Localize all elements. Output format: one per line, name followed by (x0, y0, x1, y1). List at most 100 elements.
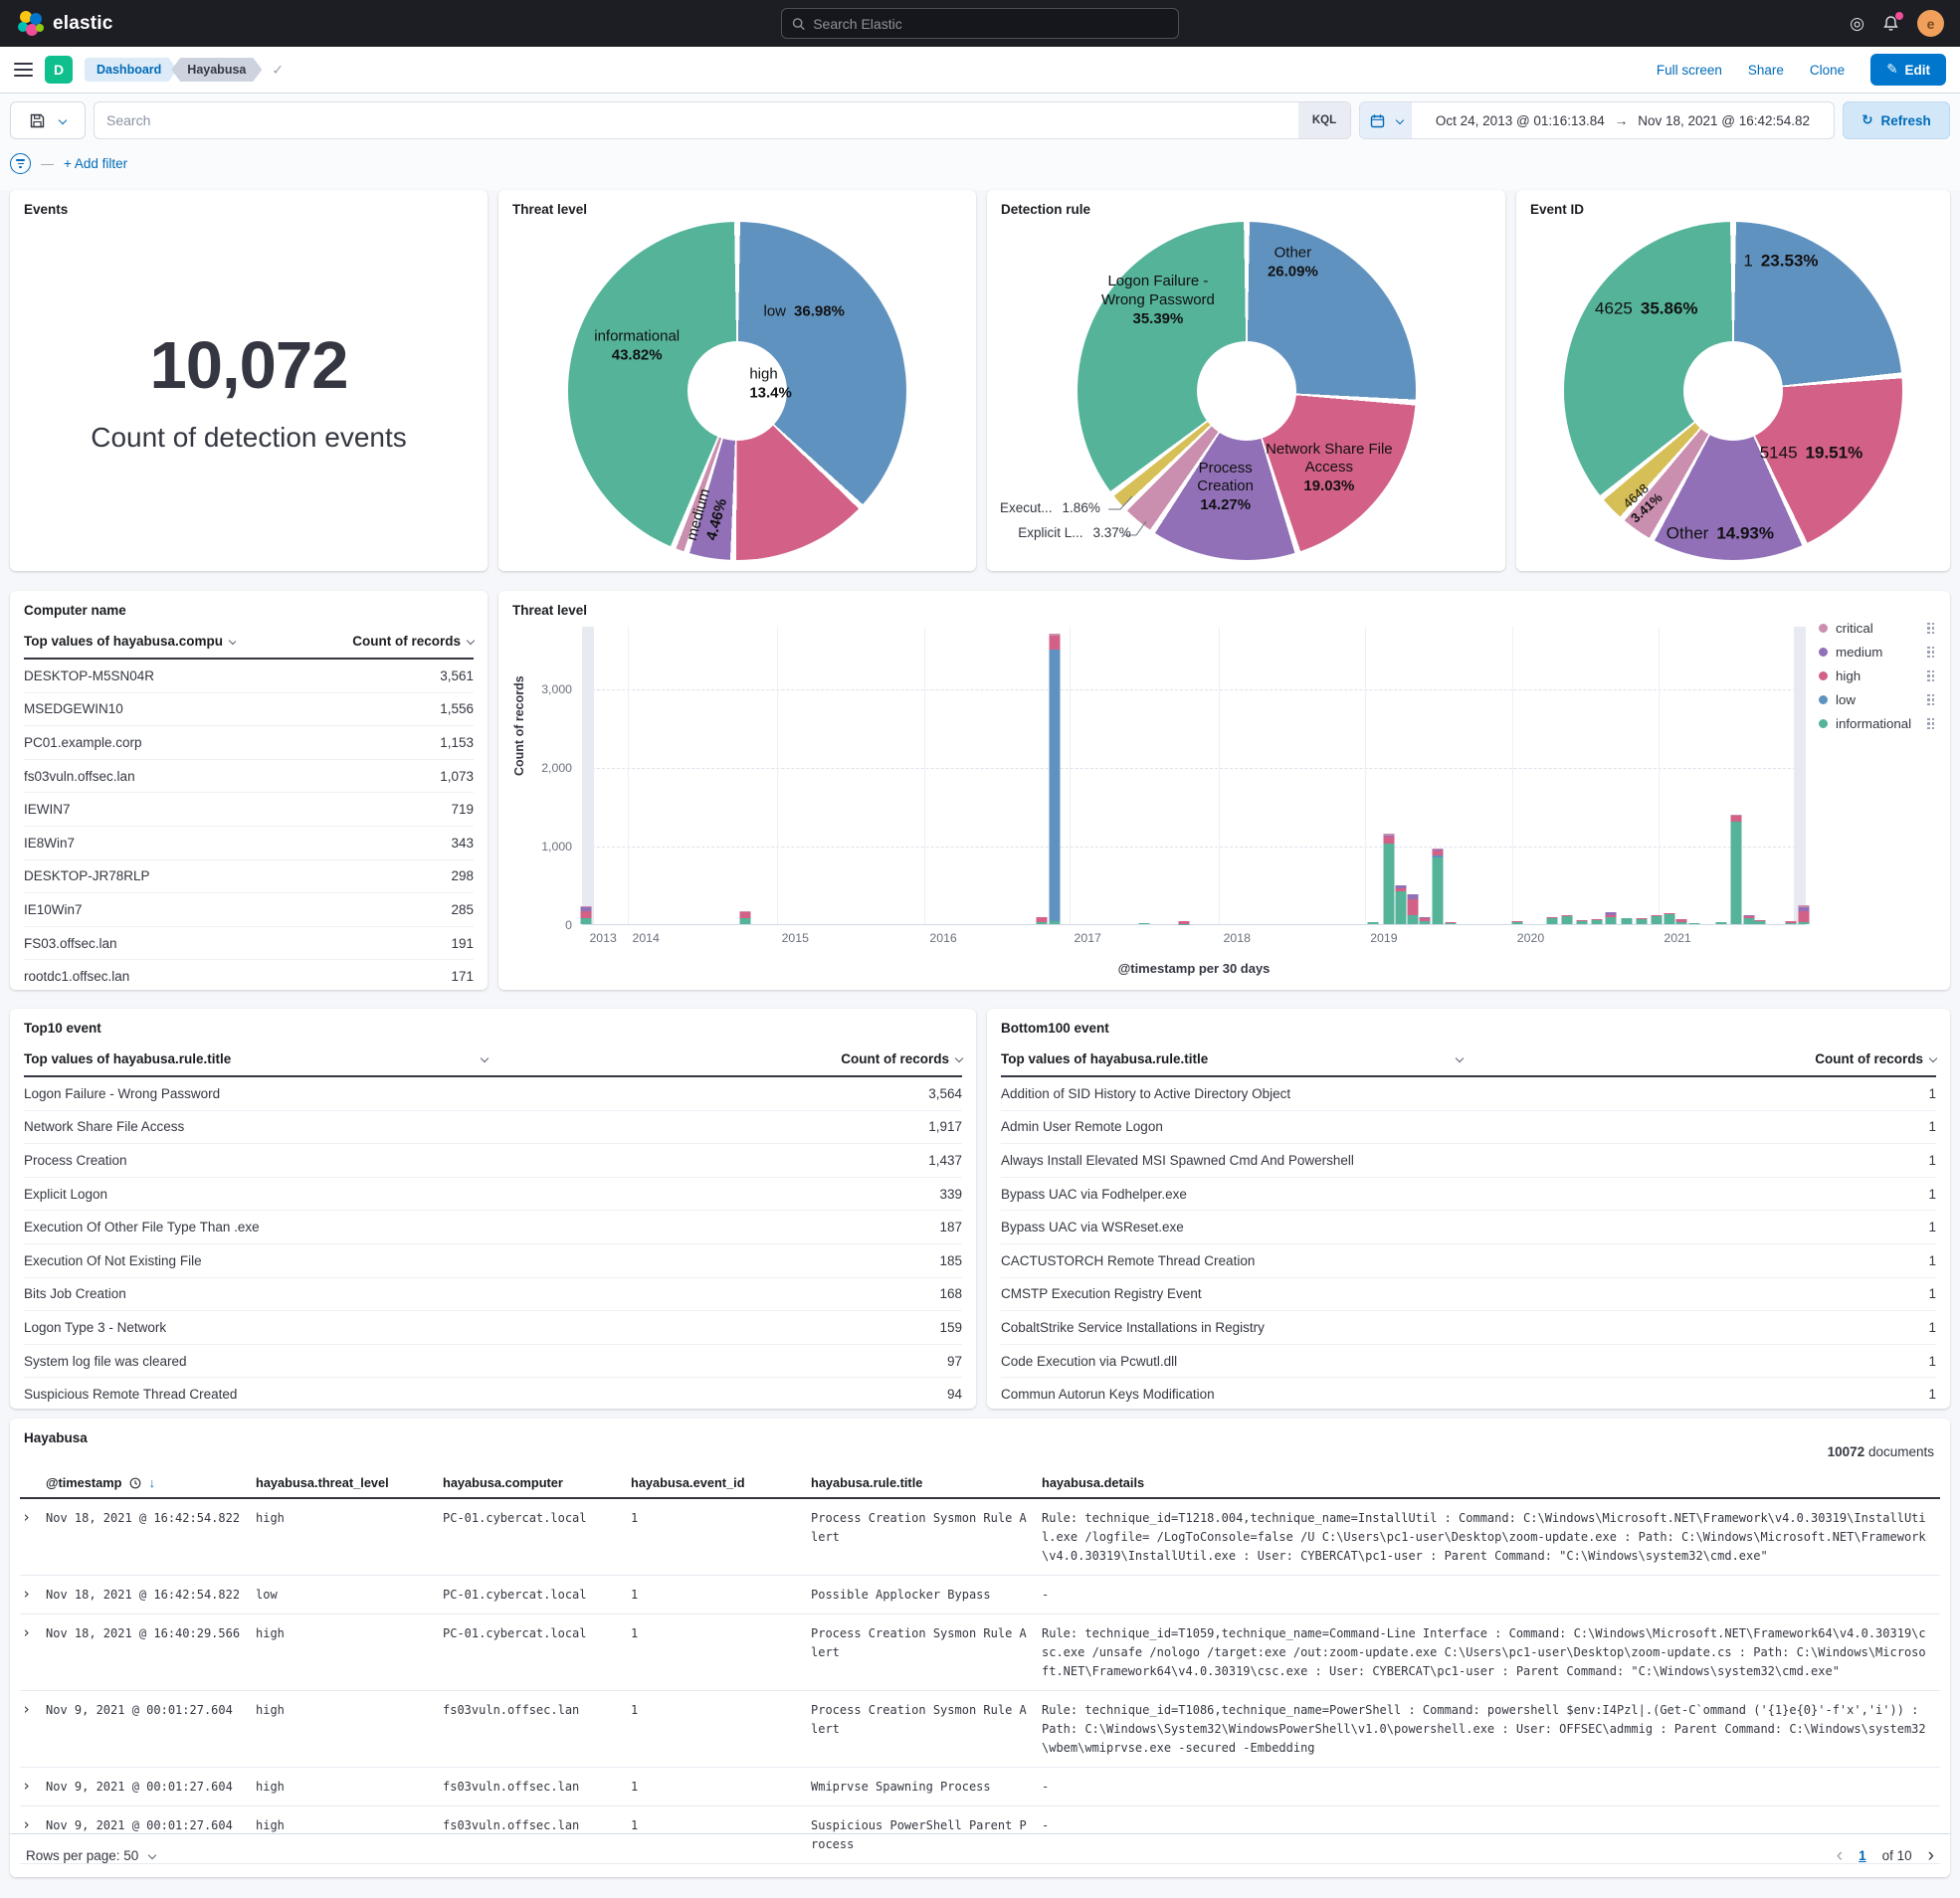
chevron-down-icon[interactable] (480, 1054, 488, 1062)
column-header-rule-title[interactable]: hayabusa.rule.title (811, 1475, 1042, 1490)
table-row[interactable]: CMSTP Execution Registry Event1 (1001, 1278, 1936, 1312)
stacked-bar[interactable] (1420, 917, 1431, 924)
stacked-bar[interactable] (1689, 923, 1700, 924)
calendar-button[interactable] (1360, 102, 1412, 138)
stacked-bar[interactable] (1651, 915, 1662, 924)
stacked-bar[interactable] (1511, 921, 1522, 924)
table-row[interactable]: Code Execution via Pcwutl.dll1 (1001, 1345, 1936, 1379)
legend-item-critical[interactable]: critical (1819, 621, 1934, 636)
column-header[interactable]: Count of records (352, 634, 474, 649)
kql-search-field[interactable]: KQL (94, 101, 1351, 139)
table-row[interactable]: DESKTOP-JR78RLP298 (24, 860, 474, 894)
share-link[interactable]: Share (1748, 63, 1784, 78)
date-to[interactable]: Nov 18, 2021 @ 16:42:54.82 (1638, 113, 1810, 128)
table-row[interactable]: Bypass UAC via Fodhelper.exe1 (1001, 1178, 1936, 1212)
table-row[interactable]: Process Creation1,437 (24, 1144, 962, 1178)
search-input[interactable] (95, 112, 1298, 128)
column-header[interactable]: Top values of hayabusa.rule.title (1001, 1051, 1208, 1066)
clone-link[interactable]: Clone (1810, 63, 1845, 78)
table-row[interactable]: Addition of SID History to Active Direct… (1001, 1077, 1936, 1111)
stacked-bar[interactable] (1576, 920, 1587, 924)
expand-row-icon[interactable]: › (20, 1624, 46, 1681)
filter-icon[interactable] (10, 153, 31, 174)
table-row[interactable]: CobaltStrike Service Installations in Re… (1001, 1311, 1936, 1345)
legend-actions-icon[interactable] (1927, 718, 1934, 729)
legend-actions-icon[interactable] (1927, 694, 1934, 705)
stacked-bar[interactable] (1665, 913, 1675, 924)
stacked-bar[interactable] (1408, 894, 1419, 924)
column-header-threat-level[interactable]: hayabusa.threat_level (256, 1475, 443, 1490)
previous-page-button[interactable]: ‹ (1837, 1845, 1843, 1867)
stacked-bar[interactable] (1622, 918, 1633, 924)
table-row[interactable]: rootdc1.offsec.lan171 (24, 960, 474, 990)
table-row[interactable]: Always Install Elevated MSI Spawned Cmd … (1001, 1144, 1936, 1178)
expand-row-icon[interactable]: › (20, 1586, 46, 1605)
saved-query-button[interactable] (10, 101, 86, 139)
legend-actions-icon[interactable] (1927, 623, 1934, 634)
table-row[interactable]: IE8Win7343 (24, 827, 474, 860)
column-header-event-id[interactable]: hayabusa.event_id (631, 1475, 811, 1490)
current-page[interactable]: 1 (1859, 1848, 1866, 1863)
table-row[interactable]: Suspicious Remote Thread Created94 (24, 1378, 962, 1409)
table-row[interactable]: Admin User Remote Logon1 (1001, 1111, 1936, 1145)
table-row[interactable]: Execution Of Other File Type Than .exe18… (24, 1211, 962, 1244)
stacked-bar[interactable] (1755, 920, 1766, 924)
table-row[interactable]: MSEDGEWIN101,556 (24, 693, 474, 727)
expand-row-icon[interactable]: › (20, 1778, 46, 1797)
dashboard-app-badge[interactable]: D (45, 56, 73, 84)
column-header-timestamp[interactable]: @timestamp ↓ (46, 1475, 256, 1490)
table-row[interactable]: Execution Of Not Existing File185 (24, 1244, 962, 1278)
expand-row-icon[interactable]: › (20, 1701, 46, 1758)
table-row[interactable]: CACTUSTORCH Remote Thread Creation1 (1001, 1244, 1936, 1278)
stacked-bar[interactable] (1432, 849, 1443, 924)
stacked-bar[interactable] (1383, 834, 1394, 924)
breadcrumb-dashboard[interactable]: Dashboard (85, 58, 177, 82)
threat-level-donut-chart[interactable] (568, 222, 906, 560)
stacked-bar[interactable] (1716, 922, 1727, 924)
next-page-button[interactable]: › (1928, 1845, 1934, 1867)
table-row[interactable]: Bits Job Creation168 (24, 1278, 962, 1312)
stacked-bar[interactable] (1562, 915, 1573, 924)
table-row[interactable]: Commun Autorun Keys Modification1 (1001, 1378, 1936, 1409)
legend-actions-icon[interactable] (1927, 647, 1934, 658)
rows-per-page-control[interactable]: Rows per page: 50 (26, 1848, 155, 1863)
avatar[interactable]: e (1917, 10, 1944, 37)
stacked-bar[interactable] (1730, 815, 1741, 924)
stacked-bar[interactable] (1786, 921, 1797, 924)
column-header[interactable]: Top values of hayabusa.compu (24, 634, 236, 649)
stacked-bar[interactable] (1798, 905, 1809, 924)
legend-item-medium[interactable]: medium (1819, 645, 1934, 660)
column-header[interactable]: Count of records (841, 1051, 962, 1066)
stacked-bar[interactable] (1547, 917, 1558, 924)
legend-actions-icon[interactable] (1927, 670, 1934, 681)
breadcrumb-hayabusa[interactable]: Hayabusa (171, 58, 262, 82)
column-header[interactable]: Top values of hayabusa.rule.title (24, 1051, 231, 1066)
table-row[interactable]: DESKTOP-M5SN04R3,561 (24, 660, 474, 693)
table-row[interactable]: IE10Win7285 (24, 893, 474, 927)
stacked-bar[interactable] (1606, 912, 1617, 924)
stacked-bar[interactable] (1367, 922, 1378, 924)
stacked-bar[interactable] (1675, 919, 1686, 924)
legend-item-low[interactable]: low (1819, 692, 1934, 707)
global-search-input[interactable] (813, 16, 1168, 32)
expand-row-icon[interactable]: › (20, 1509, 46, 1566)
event-id-donut-chart[interactable] (1564, 222, 1902, 560)
table-row[interactable]: fs03vuln.offsec.lan1,073 (24, 760, 474, 794)
column-header-computer[interactable]: hayabusa.computer (443, 1475, 631, 1490)
table-row[interactable]: Logon Type 3 - Network159 (24, 1311, 962, 1345)
date-from[interactable]: Oct 24, 2013 @ 01:16:13.84 (1436, 113, 1605, 128)
table-row[interactable]: PC01.example.corp1,153 (24, 726, 474, 760)
table-row[interactable]: Network Share File Access1,917 (24, 1111, 962, 1145)
table-row[interactable]: Logon Failure - Wrong Password3,564 (24, 1077, 962, 1111)
kql-badge[interactable]: KQL (1298, 102, 1350, 138)
alerts-icon[interactable] (1882, 15, 1899, 32)
stacked-bar[interactable] (580, 906, 591, 924)
stacked-bar[interactable] (739, 911, 750, 924)
stacked-bar[interactable] (1138, 923, 1149, 924)
chevron-down-icon[interactable] (1456, 1054, 1464, 1062)
stacked-bar[interactable] (1395, 885, 1406, 924)
help-icon[interactable]: ◎ (1850, 15, 1864, 32)
edit-button[interactable]: ✎ Edit (1870, 54, 1946, 86)
stacked-bar[interactable] (1591, 919, 1602, 924)
elastic-logo[interactable]: elastic (16, 10, 113, 38)
